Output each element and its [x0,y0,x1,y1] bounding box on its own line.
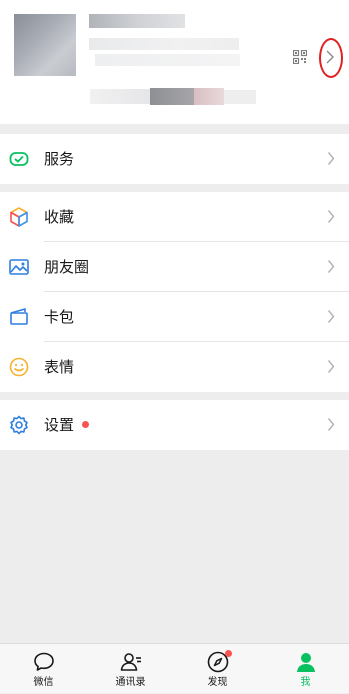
wallet-check-icon [9,152,29,166]
menu-item-moments[interactable]: 朋友圈 [0,242,349,292]
chevron-right-icon [327,260,335,273]
tab-label: 通讯录 [115,677,146,688]
settings-group: 设置 [0,400,349,450]
bottom-tab-bar: 微信 通讯录 发现 我 [0,643,349,693]
tab-discover[interactable]: 发现 [174,644,261,694]
smiley-icon [9,357,29,377]
chevron-right-icon [327,152,335,165]
wechat-id-blurred [89,38,239,50]
menu-item-settings[interactable]: 设置 [0,400,349,450]
person-icon [297,653,315,672]
menu-item-label: 收藏 [44,208,75,226]
red-circle-annotation [319,38,343,78]
tab-label: 发现 [207,677,228,688]
tab-me[interactable]: 我 [262,644,349,694]
menu-item-label: 朋友圈 [44,258,90,276]
menu-item-favorites[interactable]: 收藏 [0,192,349,242]
menu-item-label: 服务 [44,150,75,168]
notification-dot [225,650,232,657]
status-blurred [90,89,150,104]
chevron-right-icon [327,310,335,323]
status-blurred-4 [224,90,256,104]
tab-chats[interactable]: 微信 [0,644,87,694]
tab-label: 微信 [33,677,54,688]
avatar[interactable] [14,14,76,76]
menu-item-cards[interactable]: 卡包 [0,292,349,342]
chevron-right-icon [327,418,335,431]
menu-item-services[interactable]: 服务 [0,134,349,184]
profile-header[interactable] [0,0,349,124]
contacts-icon [120,653,141,671]
chevron-right-icon [327,360,335,373]
chat-bubble-icon [34,652,54,671]
services-group: 服务 [0,134,349,184]
chevron-right-icon [327,210,335,223]
nickname-blurred [89,14,185,28]
menu-item-label: 卡包 [44,308,75,326]
gear-icon [10,415,28,435]
landscape-photo-icon [9,259,29,275]
menu-item-label: 表情 [44,358,75,376]
menu-item-stickers[interactable]: 表情 [0,342,349,392]
tab-contacts[interactable]: 通讯录 [87,644,174,694]
menu-item-label: 设置 [44,416,75,434]
status-blurred-3 [194,88,224,105]
card-holder-icon [10,308,28,325]
qr-code-icon[interactable] [293,50,307,64]
status-blurred-2 [150,88,194,105]
cube-icon [10,207,28,227]
tab-label: 我 [300,677,311,688]
collections-group: 收藏 朋友圈 卡包 表情 [0,192,349,392]
notification-dot [82,421,89,428]
wechat-id-blurred-2 [95,54,240,66]
